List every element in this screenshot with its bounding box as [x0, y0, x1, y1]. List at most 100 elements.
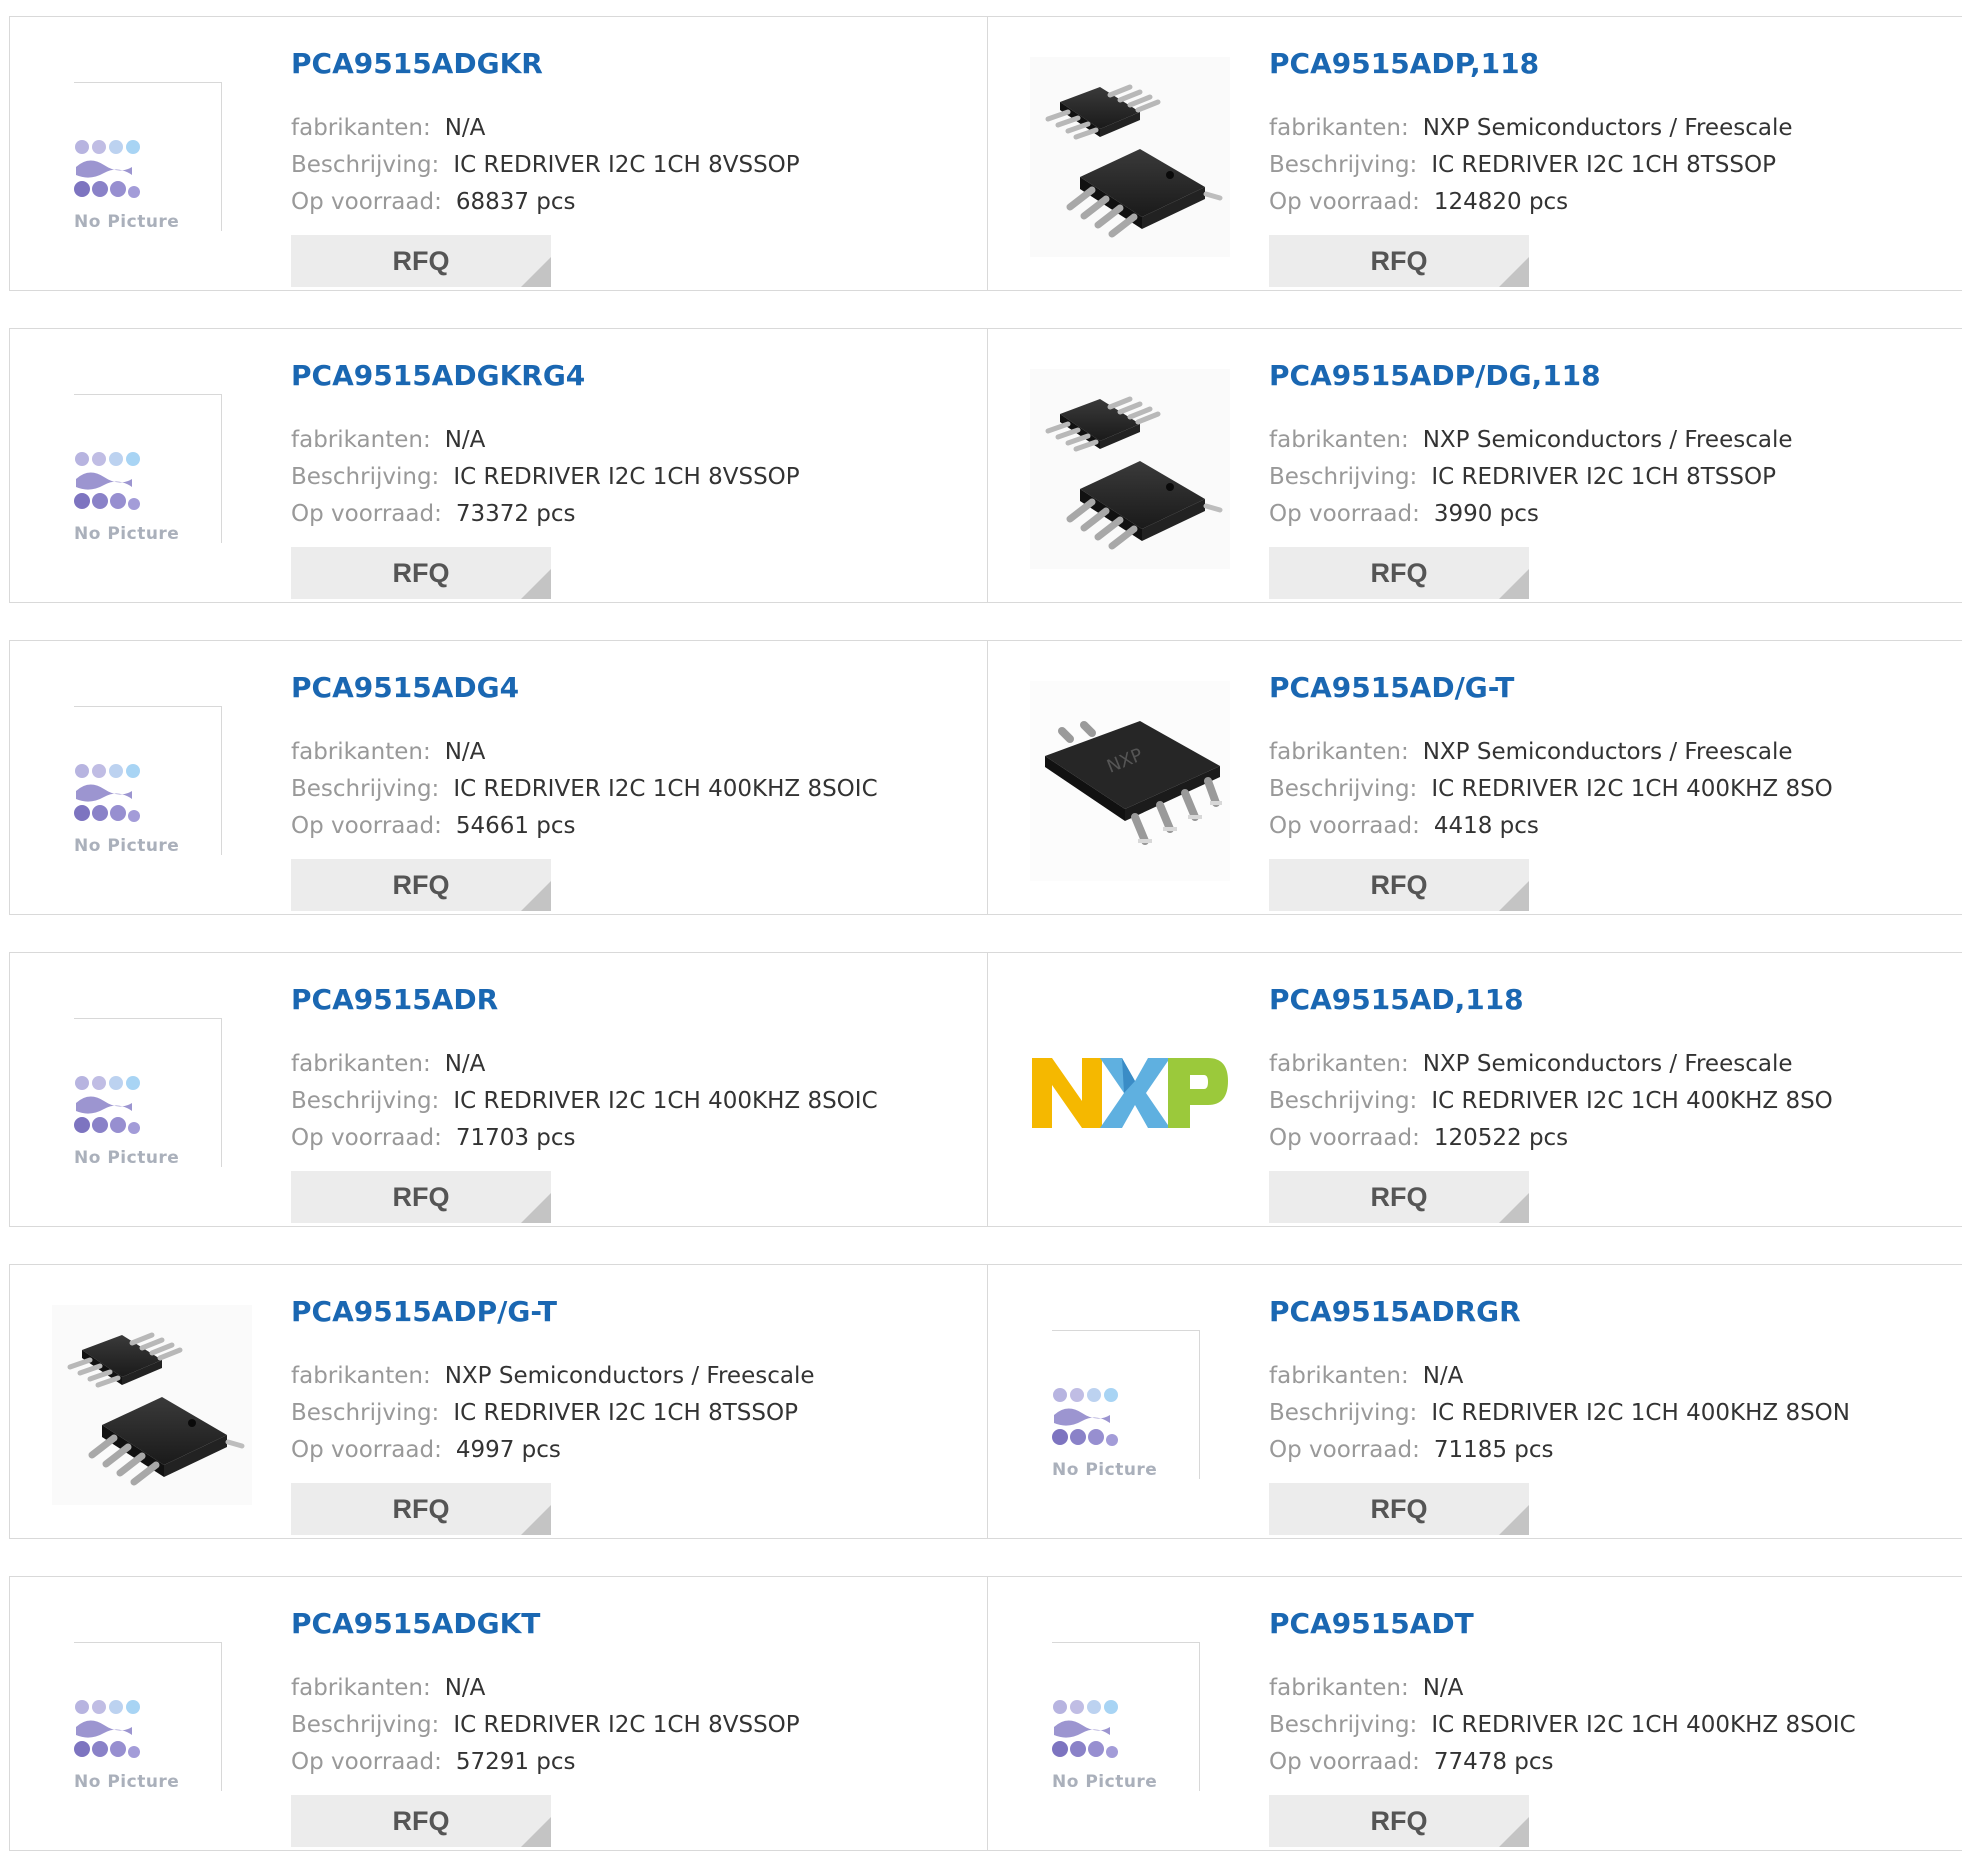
rfq-button[interactable]: RFQ — [1269, 1483, 1529, 1535]
rfq-corner-triangle — [1499, 257, 1529, 287]
description-value: IC REDRIVER I2C 1CH 8TSSOP — [1431, 152, 1776, 178]
manufacturer-row: fabrikanten: N/A — [291, 739, 485, 765]
no-picture-icon — [74, 452, 140, 510]
rfq-corner-triangle — [1499, 1193, 1529, 1223]
part-number-link[interactable]: PCA9515ADP,118 — [1269, 47, 1539, 80]
product-card: PCA9515ADP,118 fabrikanten: NXP Semiconduc… — [988, 17, 1962, 290]
product-thumbnail[interactable]: No Picture — [1030, 1617, 1230, 1817]
manufacturer-row: fabrikanten: NXP Semiconductors / Freesca… — [1269, 739, 1793, 765]
description-row: Beschrijving: IC REDRIVER I2C 1CH 400KHZ … — [1269, 1088, 1833, 1114]
manufacturer-row: fabrikanten: N/A — [1269, 1363, 1463, 1389]
product-card: No Picture PCA9515ADG4 fabrikanten: N/A Bes… — [10, 641, 987, 914]
product-card: No Picture PCA9515ADT fabrikanten: N/A Besc… — [988, 1577, 1962, 1850]
stock-label: Op voorraad: — [291, 189, 442, 215]
product-row: PCA9515ADP/G-T fabrikanten: NXP Semiconduc… — [9, 1264, 1962, 1539]
part-number-link[interactable]: PCA9515AD/G-T — [1269, 671, 1514, 704]
rfq-button-label: RFQ — [1370, 1493, 1428, 1524]
manufacturer-value: NXP Semiconductors / Freescale — [1422, 1051, 1793, 1077]
description-label: Beschrijving: — [291, 152, 440, 178]
description-value: IC REDRIVER I2C 1CH 400KHZ 8SON — [1431, 1400, 1850, 1426]
product-card: No Picture PCA9515ADRGR fabrikanten: N/A Be… — [988, 1265, 1962, 1538]
part-number-link[interactable]: PCA9515ADP/DG,118 — [1269, 359, 1601, 392]
product-thumbnail[interactable] — [1030, 57, 1230, 257]
part-number-link[interactable]: PCA9515ADP/G-T — [291, 1295, 557, 1328]
nxp-logo-image — [1032, 1058, 1228, 1128]
stock-row: Op voorraad: 4418 pcs — [1269, 813, 1539, 839]
description-value: IC REDRIVER I2C 1CH 400KHZ 8SO — [1431, 1088, 1833, 1114]
rfq-button[interactable]: RFQ — [1269, 547, 1529, 599]
manufacturer-row: fabrikanten: N/A — [291, 427, 485, 453]
rfq-button[interactable]: RFQ — [291, 547, 551, 599]
manufacturer-value: NXP Semiconductors / Freescale — [1422, 115, 1793, 141]
description-label: Beschrijving: — [1269, 152, 1418, 178]
stock-row: Op voorraad: 77478 pcs — [1269, 1749, 1554, 1775]
tssop-chip-image — [1030, 57, 1230, 257]
stock-label: Op voorraad: — [1269, 1125, 1420, 1151]
description-label: Beschrijving: — [1269, 1088, 1418, 1114]
manufacturer-value: NXP Semiconductors / Freescale — [1422, 739, 1793, 765]
rfq-button[interactable]: RFQ — [1269, 235, 1529, 287]
tssop-chip-image — [1030, 369, 1230, 569]
part-number-link[interactable]: PCA9515ADT — [1269, 1607, 1474, 1640]
description-label: Beschrijving: — [291, 464, 440, 490]
product-thumbnail[interactable] — [1030, 993, 1230, 1193]
stock-value: 71185 pcs — [1433, 1437, 1554, 1463]
description-row: Beschrijving: IC REDRIVER I2C 1CH 8TSSOP — [1269, 464, 1776, 490]
no-picture-label: No Picture — [74, 524, 186, 544]
part-number-link[interactable]: PCA9515ADGKRG4 — [291, 359, 585, 392]
part-number-link[interactable]: PCA9515ADGKT — [291, 1607, 540, 1640]
product-thumbnail[interactable]: No Picture — [52, 57, 252, 257]
no-picture-label: No Picture — [74, 836, 186, 856]
rfq-button[interactable]: RFQ — [291, 235, 551, 287]
stock-row: Op voorraad: 73372 pcs — [291, 501, 576, 527]
product-thumbnail[interactable]: No Picture — [1030, 1305, 1230, 1505]
manufacturer-row: fabrikanten: N/A — [291, 1675, 485, 1701]
no-picture-label: No Picture — [74, 212, 186, 232]
manufacturer-label: fabrikanten: — [1269, 1051, 1409, 1077]
stock-label: Op voorraad: — [291, 501, 442, 527]
part-number-link[interactable]: PCA9515ADG4 — [291, 671, 519, 704]
part-number-link[interactable]: PCA9515AD,118 — [1269, 983, 1524, 1016]
part-number-link[interactable]: PCA9515ADGKR — [291, 47, 543, 80]
product-thumbnail[interactable]: No Picture — [52, 681, 252, 881]
part-number-link[interactable]: PCA9515ADR — [291, 983, 498, 1016]
rfq-button[interactable]: RFQ — [1269, 1171, 1529, 1223]
product-row: No Picture PCA9515ADGKT fabrikanten: N/A Be… — [9, 1576, 1962, 1851]
description-row: Beschrijving: IC REDRIVER I2C 1CH 8VSSOP — [291, 152, 800, 178]
rfq-button[interactable]: RFQ — [291, 859, 551, 911]
rfq-button-label: RFQ — [1370, 1805, 1428, 1836]
product-thumbnail[interactable]: NXP — [1030, 681, 1230, 881]
manufacturer-value: N/A — [444, 427, 486, 453]
description-row: Beschrijving: IC REDRIVER I2C 1CH 8TSSOP — [1269, 152, 1776, 178]
product-card: NXP PCA9515AD/G-T fabrikanten: NXP Semicon… — [988, 641, 1962, 914]
rfq-button[interactable]: RFQ — [291, 1795, 551, 1847]
manufacturer-value: NXP Semiconductors / Freescale — [444, 1363, 815, 1389]
rfq-button[interactable]: RFQ — [291, 1483, 551, 1535]
product-grid: No Picture PCA9515ADGKR fabrikanten: N/A Be… — [0, 0, 1962, 1851]
so8-chip-image: NXP — [1030, 681, 1230, 881]
product-row: No Picture PCA9515ADGKRG4 fabrikanten: N/A… — [9, 328, 1962, 603]
stock-label: Op voorraad: — [1269, 189, 1420, 215]
rfq-button-label: RFQ — [1370, 557, 1428, 588]
manufacturer-value: NXP Semiconductors / Freescale — [1422, 427, 1793, 453]
rfq-button[interactable]: RFQ — [291, 1171, 551, 1223]
product-thumbnail[interactable] — [52, 1305, 252, 1505]
stock-label: Op voorraad: — [1269, 1749, 1420, 1775]
no-picture-icon — [74, 1076, 140, 1134]
product-thumbnail[interactable]: No Picture — [52, 1617, 252, 1817]
product-row: No Picture PCA9515ADGKR fabrikanten: N/A Be… — [9, 16, 1962, 291]
description-value: IC REDRIVER I2C 1CH 8VSSOP — [453, 464, 800, 490]
rfq-button[interactable]: RFQ — [1269, 859, 1529, 911]
no-picture-icon — [74, 764, 140, 822]
stock-value: 71703 pcs — [455, 1125, 576, 1151]
product-thumbnail[interactable]: No Picture — [52, 993, 252, 1193]
description-value: IC REDRIVER I2C 1CH 400KHZ 8SOIC — [453, 1088, 878, 1114]
rfq-corner-triangle — [521, 569, 551, 599]
product-card: No Picture PCA9515ADGKT fabrikanten: N/A Be… — [10, 1577, 987, 1850]
rfq-button[interactable]: RFQ — [1269, 1795, 1529, 1847]
stock-row: Op voorraad: 120522 pcs — [1269, 1125, 1568, 1151]
part-number-link[interactable]: PCA9515ADRGR — [1269, 1295, 1521, 1328]
product-card: No Picture PCA9515ADGKR fabrikanten: N/A Be… — [10, 17, 987, 290]
product-thumbnail[interactable] — [1030, 369, 1230, 569]
product-thumbnail[interactable]: No Picture — [52, 369, 252, 569]
